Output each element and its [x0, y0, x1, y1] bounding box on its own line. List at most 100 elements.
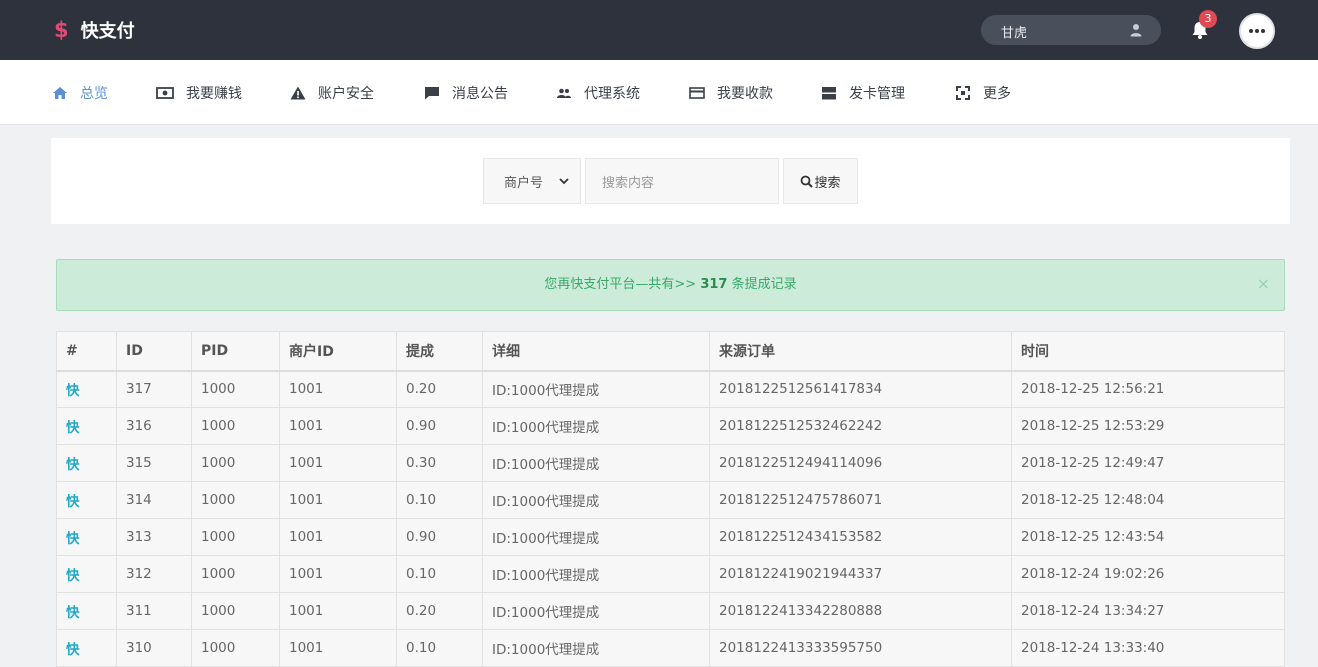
pid: 1000 — [191, 629, 280, 667]
pid: 1000 — [191, 407, 280, 445]
row-badge[interactable]: 快 — [56, 518, 117, 556]
nav-item-security[interactable]: 账户安全 — [290, 60, 374, 125]
table-row: 快 315 1000 1001 0.30 ID:1000代理提成 2018122512494… — [56, 444, 1285, 482]
column-header: 时间 — [1011, 331, 1285, 372]
username: 甘虎 — [1001, 26, 1028, 41]
merchant-id: 1001 — [279, 592, 397, 630]
nav-item-receive[interactable]: 我要收款 — [689, 60, 773, 125]
search-button[interactable]: 搜索 — [783, 158, 858, 204]
record-id: 312 — [116, 555, 192, 593]
time: 2018-12-25 12:43:54 — [1011, 518, 1285, 556]
nav-label: 代理系统 — [584, 85, 640, 102]
time: 2018-12-25 12:48:04 — [1011, 481, 1285, 519]
table-row: 快 311 1000 1001 0.20 ID:1000代理提成 2018122413342… — [56, 592, 1285, 630]
more-menu-button[interactable] — [1239, 13, 1275, 49]
record-id: 315 — [116, 444, 192, 482]
merchant-id: 1001 — [279, 518, 397, 556]
pid: 1000 — [191, 444, 280, 482]
column-header: 提成 — [396, 331, 483, 372]
search-field-select[interactable]: 商户号 — [483, 158, 581, 204]
notification-badge: 3 — [1199, 10, 1217, 28]
commission: 0.20 — [396, 592, 483, 630]
nav-item-messages[interactable]: 消息公告 — [424, 60, 508, 125]
row-badge[interactable]: 快 — [56, 407, 117, 445]
column-header: ID — [116, 331, 192, 372]
source-order: 2018122512434153582 — [709, 518, 1012, 556]
nav-item-cards[interactable]: 发卡管理 — [821, 60, 905, 125]
table-row: 快 316 1000 1001 0.90 ID:1000代理提成 2018122512532… — [56, 407, 1285, 445]
nav-item-overview[interactable]: 总览 — [52, 60, 108, 125]
source-order: 2018122512561417834 — [709, 370, 1012, 408]
commission: 0.10 — [396, 481, 483, 519]
detail: ID:1000代理提成 — [482, 370, 710, 408]
time: 2018-12-24 19:02:26 — [1011, 555, 1285, 593]
top-bar: $ 快支付 甘虎 3 — [0, 0, 1318, 60]
detail: ID:1000代理提成 — [482, 629, 710, 667]
merchant-id: 1001 — [279, 555, 397, 593]
source-order: 2018122512494114096 — [709, 444, 1012, 482]
commission-table: # ID PID 商户ID 提成 详细 来源订单 时间 快 317 1000 1001… — [56, 331, 1285, 667]
search-input[interactable]: 搜索内容 — [585, 158, 779, 204]
row-badge[interactable]: 快 — [56, 444, 117, 482]
card-stack-icon — [822, 86, 836, 99]
merchant-id: 1001 — [279, 629, 397, 667]
nav-label: 我要赚钱 — [186, 85, 242, 102]
record-id: 316 — [116, 407, 192, 445]
pid: 1000 — [191, 592, 280, 630]
time: 2018-12-25 12:56:21 — [1011, 370, 1285, 408]
records-alert: 您再快支付平台—共有>> 317 条提成记录 × — [56, 259, 1285, 311]
commission: 0.30 — [396, 444, 483, 482]
users-icon — [557, 88, 571, 98]
search-button-label: 搜索 — [814, 175, 841, 191]
row-badge[interactable]: 快 — [56, 629, 117, 667]
column-header: 详细 — [482, 331, 710, 372]
record-id: 310 — [116, 629, 192, 667]
pid: 1000 — [191, 370, 280, 408]
row-badge[interactable]: 快 — [56, 592, 117, 630]
nav-label: 更多 — [983, 85, 1011, 102]
column-header: 商户ID — [279, 331, 397, 372]
table-row: 快 310 1000 1001 0.10 ID:1000代理提成 2018122413333… — [56, 629, 1285, 667]
time: 2018-12-24 13:33:40 — [1011, 629, 1285, 667]
nav-label: 消息公告 — [452, 85, 508, 102]
detail: ID:1000代理提成 — [482, 407, 710, 445]
chevron-down-icon — [559, 178, 569, 185]
column-header: 来源订单 — [709, 331, 1012, 372]
merchant-id: 1001 — [279, 370, 397, 408]
column-header: PID — [191, 331, 280, 372]
pid: 1000 — [191, 555, 280, 593]
user-menu[interactable]: 甘虎 — [981, 15, 1161, 45]
nav-item-more[interactable]: 更多 — [955, 60, 1011, 125]
close-icon[interactable]: × — [1257, 260, 1270, 308]
message-icon — [425, 86, 439, 99]
merchant-id: 1001 — [279, 481, 397, 519]
commission: 0.10 — [396, 555, 483, 593]
select-value: 商户号 — [504, 175, 544, 191]
commission: 0.90 — [396, 518, 483, 556]
row-badge[interactable]: 快 — [56, 555, 117, 593]
nav-item-earn[interactable]: 我要赚钱 — [156, 60, 242, 125]
brand[interactable]: $ 快支付 — [54, 17, 135, 43]
table-row: 快 312 1000 1001 0.10 ID:1000代理提成 2018122419021… — [56, 555, 1285, 593]
record-id: 313 — [116, 518, 192, 556]
pid: 1000 — [191, 518, 280, 556]
commission: 0.90 — [396, 407, 483, 445]
time: 2018-12-24 13:34:27 — [1011, 592, 1285, 630]
row-badge[interactable]: 快 — [56, 370, 117, 408]
table-row: 快 317 1000 1001 0.20 ID:1000代理提成 2018122512561… — [56, 370, 1285, 408]
dot-icon — [1255, 29, 1259, 33]
dot-icon — [1261, 29, 1265, 33]
record-id: 314 — [116, 481, 192, 519]
merchant-id: 1001 — [279, 444, 397, 482]
home-icon — [53, 86, 67, 99]
nav-item-agent[interactable]: 代理系统 — [556, 60, 640, 125]
row-badge[interactable]: 快 — [56, 481, 117, 519]
money-icon — [156, 86, 174, 99]
record-id: 317 — [116, 370, 192, 408]
alert-suffix: 条提成记录 — [727, 277, 797, 292]
pid: 1000 — [191, 481, 280, 519]
search-icon — [801, 175, 814, 188]
dot-icon — [1249, 29, 1253, 33]
table-row: 快 313 1000 1001 0.90 ID:1000代理提成 2018122512434… — [56, 518, 1285, 556]
detail: ID:1000代理提成 — [482, 444, 710, 482]
